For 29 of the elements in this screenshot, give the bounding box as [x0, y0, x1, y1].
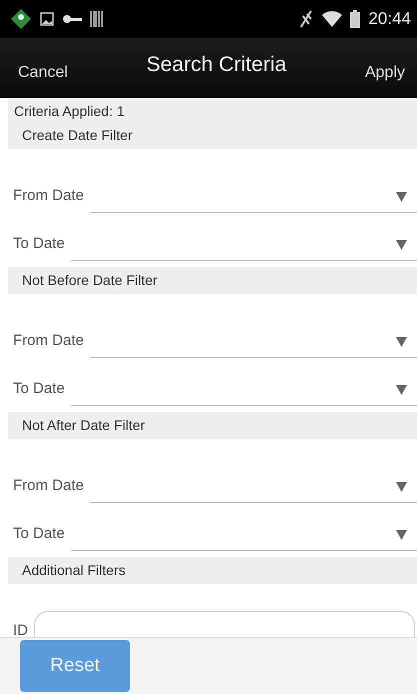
- dropdown-arrow-icon: [396, 192, 407, 202]
- mute-icon: [298, 10, 314, 28]
- key-icon: [62, 14, 82, 24]
- battery-icon: [350, 10, 360, 28]
- field-label: To Date: [13, 234, 65, 252]
- dropdown-arrow-icon: [396, 384, 407, 394]
- barcode-icon: [90, 11, 104, 27]
- section-header: Not After Date Filter: [8, 412, 417, 439]
- section-header: Not Before Date Filter: [8, 267, 417, 294]
- field-label: From Date: [13, 332, 84, 348]
- field-label: From Date: [13, 476, 84, 494]
- cancel-button[interactable]: Cancel: [14, 56, 72, 90]
- field-label: To Date: [13, 380, 65, 396]
- section-header: Additional Filters: [8, 557, 417, 584]
- field-label: ID: [13, 622, 28, 637]
- notification-icon: [10, 8, 32, 30]
- criteria-count: Criteria Applied: 1: [8, 98, 417, 122]
- wifi-icon: [322, 11, 342, 27]
- dropdown-arrow-icon: [396, 336, 407, 346]
- dropdown-arrow-icon: [396, 240, 407, 250]
- section-header: Create Date Filter: [8, 122, 417, 149]
- screen-title: Search Criteria: [146, 53, 286, 77]
- dropdown-arrow-icon: [396, 482, 407, 492]
- clock-time: 20:44: [368, 9, 411, 29]
- field-label: To Date: [13, 524, 65, 542]
- dropdown-arrow-icon: [396, 530, 407, 540]
- apply-button[interactable]: Apply: [360, 56, 409, 90]
- image-icon: [40, 12, 54, 26]
- field-label: From Date: [13, 186, 84, 204]
